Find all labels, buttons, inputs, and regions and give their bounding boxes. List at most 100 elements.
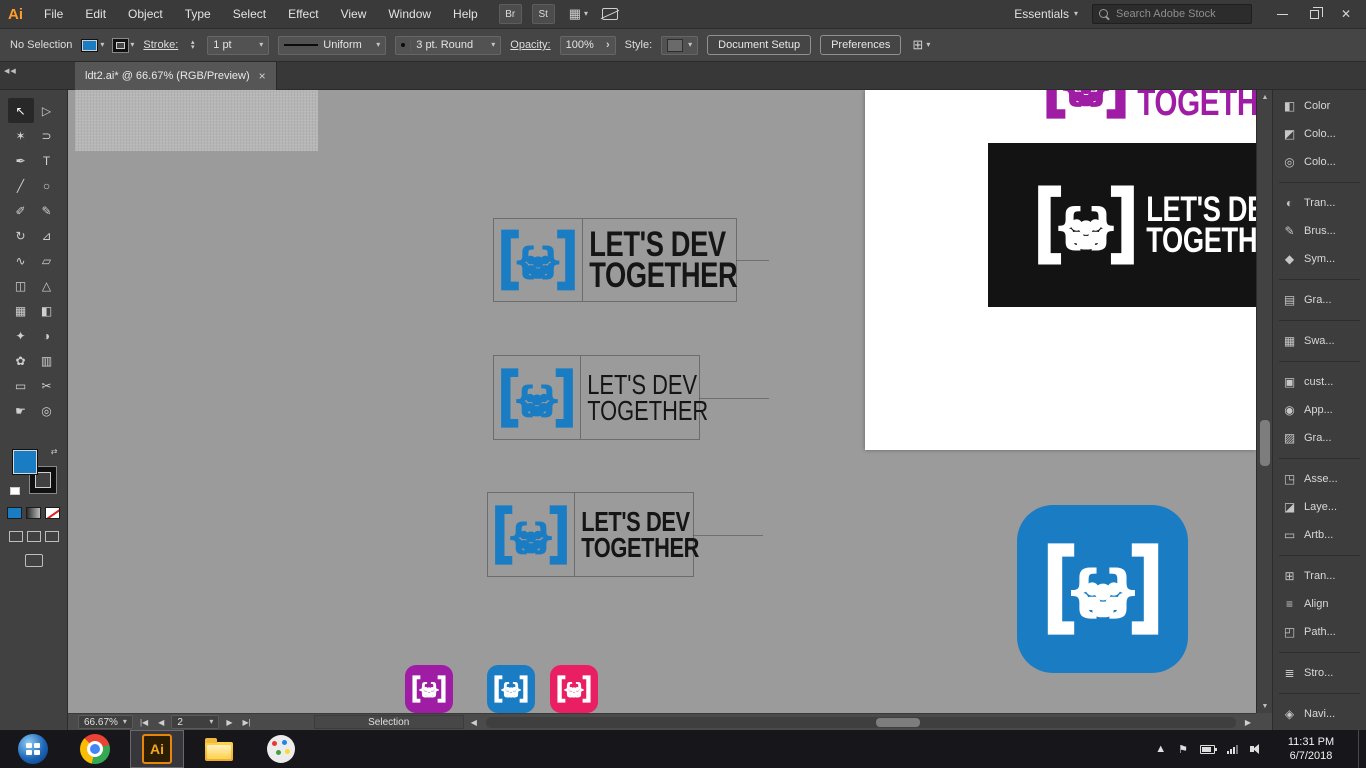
logo-lockup-large[interactable]: LET'S DEV TOGETHER (493, 218, 769, 302)
tool-direct-selection[interactable]: ▷ (34, 98, 60, 123)
tool-scale[interactable]: ⊿ (34, 223, 60, 248)
artboard-last-button[interactable]: ▶| (239, 718, 253, 727)
vertical-scrollbar[interactable]: ▲ ▼ (1256, 90, 1272, 713)
menu-view[interactable]: View (330, 0, 378, 28)
bridge-button[interactable]: Br (498, 4, 522, 24)
panel-navigator[interactable]: ◈ Navi... (1273, 700, 1366, 728)
scroll-right-button[interactable]: ▶ (1242, 718, 1254, 727)
scroll-up-button[interactable]: ▲ (1257, 90, 1273, 104)
app-icon-purple-small[interactable] (405, 665, 453, 713)
tool-gradient[interactable]: ◧ (34, 298, 60, 323)
volume-icon[interactable] (1250, 743, 1264, 755)
default-fill-stroke-icon[interactable] (9, 487, 20, 495)
swap-fill-stroke-icon[interactable]: ⇄ (51, 447, 58, 456)
scroll-left-button[interactable]: ◀ (468, 718, 480, 727)
tool-pen[interactable]: ✒ (8, 148, 34, 173)
tool-hand[interactable]: ☛ (8, 398, 34, 423)
panel-swatches[interactable]: ▦ Swa... (1273, 327, 1366, 355)
tool-column-graph[interactable]: ▥ (34, 348, 60, 373)
tool-magic-wand[interactable]: ✶ (8, 123, 34, 148)
panel-custom-library[interactable]: ▣ cust... (1273, 368, 1366, 396)
artboard-next-button[interactable]: ▶ (223, 718, 235, 727)
panel-symbols[interactable]: ◆ Sym... (1273, 245, 1366, 273)
menu-object[interactable]: Object (117, 0, 174, 28)
stepper-down-icon[interactable]: ▾ (187, 44, 198, 51)
tool-selection[interactable]: ↖ (7, 98, 34, 123)
logo-lockup-medium[interactable]: LET'S DEV TOGETHER (487, 492, 763, 577)
status-indicator[interactable]: Selection (313, 715, 464, 729)
workspace-switcher[interactable]: Essentials ▾ (1014, 7, 1078, 21)
scroll-down-button[interactable]: ▼ (1257, 699, 1273, 713)
stroke-panel-link[interactable]: Stroke: (143, 39, 178, 51)
panel-align[interactable]: ≡ Align (1273, 590, 1366, 618)
panel-pathfinder[interactable]: ◰ Path... (1273, 618, 1366, 646)
tool-slice[interactable]: ✂ (34, 373, 60, 398)
panel-color-guide[interactable]: ◩ Colo... (1273, 120, 1366, 148)
panel-transform[interactable]: ⊞ Tran... (1273, 562, 1366, 590)
menu-window[interactable]: Window (377, 0, 442, 28)
zoom-level-select[interactable]: 66.67% ▾ (78, 715, 133, 729)
start-button[interactable] (6, 730, 60, 768)
tool-blend[interactable]: ◑ (34, 323, 60, 348)
graphic-style-select[interactable]: ▾ (661, 35, 699, 55)
draw-normal-button[interactable] (8, 531, 23, 542)
tool-mesh[interactable]: ▦ (8, 298, 34, 323)
panel-transparency[interactable]: ◐ Tran... (1273, 189, 1366, 217)
panel-stroke[interactable]: ≣ Stro... (1273, 659, 1366, 687)
restore-button[interactable] (1298, 0, 1330, 29)
artboard-prev-button[interactable]: ◀ (155, 718, 167, 727)
dark-logo-panel[interactable]: LET'S DEV TOGETHER (988, 143, 1256, 307)
adobe-stock-searchbox[interactable] (1092, 4, 1252, 24)
panel-color-themes[interactable]: ◎ Colo... (1273, 148, 1366, 176)
app-icon-pink-small[interactable] (550, 665, 598, 713)
search-input[interactable] (1116, 8, 1236, 20)
tool-line-segment[interactable]: ╱ (8, 173, 34, 198)
tool-symbol-sprayer[interactable]: ✿ (8, 348, 34, 373)
menu-edit[interactable]: Edit (74, 0, 117, 28)
tool-type[interactable]: T (34, 148, 60, 173)
fill-color-swatch[interactable] (11, 449, 38, 475)
menu-help[interactable]: Help (442, 0, 489, 28)
minimize-button[interactable] (1266, 0, 1298, 29)
logo-lockup-purple[interactable]: LET'S DEV TOGETHER (1041, 90, 1256, 132)
tool-width[interactable]: ∿ (8, 248, 34, 273)
width-profile-select[interactable]: Uniform ▾ (278, 35, 387, 55)
tool-artboard[interactable]: ▭ (8, 373, 34, 398)
show-desktop-button[interactable] (1358, 730, 1366, 768)
horizontal-scrollbar[interactable] (485, 716, 1236, 728)
taskbar-clock[interactable]: 11:31 PM 6/7/2018 (1276, 735, 1346, 764)
preferences-button[interactable]: Preferences (820, 35, 902, 55)
brush-definition-select[interactable]: 3 pt. Round ▾ (395, 35, 502, 55)
illustrator-taskbar-button[interactable]: Ai (130, 730, 184, 768)
panel-brushes[interactable]: ✎ Brus... (1273, 217, 1366, 245)
stroke-color-control[interactable]: ▾ (113, 38, 134, 52)
canvas[interactable]: LET'S DEV TOGETHER LET'S DEV TOGETHER (68, 90, 1256, 713)
draw-inside-button[interactable] (44, 531, 59, 542)
chrome-taskbar-button[interactable] (68, 730, 122, 768)
panel-appearance[interactable]: ◉ App... (1273, 396, 1366, 424)
close-button[interactable]: ✕ (1330, 0, 1362, 29)
transform-reference-widget[interactable]: ⊞ ▾ (912, 37, 930, 53)
tool-pencil[interactable]: ✎ (34, 198, 60, 223)
tool-ellipse[interactable]: ○ (34, 173, 60, 198)
tab-close-icon[interactable]: × (259, 69, 266, 83)
opacity-select[interactable]: 100% › (559, 35, 616, 55)
tool-zoom[interactable]: ◎ (34, 398, 60, 423)
collapse-dock-icon[interactable]: ◀◀ (4, 67, 17, 75)
document-tab[interactable]: ldt2.ai* @ 66.67% (RGB/Preview) × (75, 62, 277, 90)
app-icon-blue-small[interactable] (487, 665, 535, 713)
gpu-performance-button[interactable] (602, 8, 619, 20)
network-icon[interactable] (1227, 744, 1238, 754)
arrange-documents-button[interactable]: ▦ ▾ (569, 6, 588, 22)
paint-taskbar-button[interactable] (254, 730, 308, 768)
artboard[interactable]: LET'S DEV TOGETHER LET'S DEV TOGETHER (865, 90, 1256, 450)
fill-color-control[interactable]: ▾ (81, 38, 104, 52)
panel-gradient[interactable]: ▤ Gra... (1273, 286, 1366, 314)
gradient-button[interactable] (26, 507, 41, 519)
tool-free-transform[interactable]: ▱ (34, 248, 60, 273)
tool-eyedropper[interactable]: ✦ (8, 323, 34, 348)
battery-icon[interactable] (1200, 744, 1217, 754)
panel-graphic-styles[interactable]: ▨ Gra... (1273, 424, 1366, 452)
tool-lasso[interactable]: ⊃ (34, 123, 60, 148)
pasteboard-object[interactable] (75, 90, 318, 151)
